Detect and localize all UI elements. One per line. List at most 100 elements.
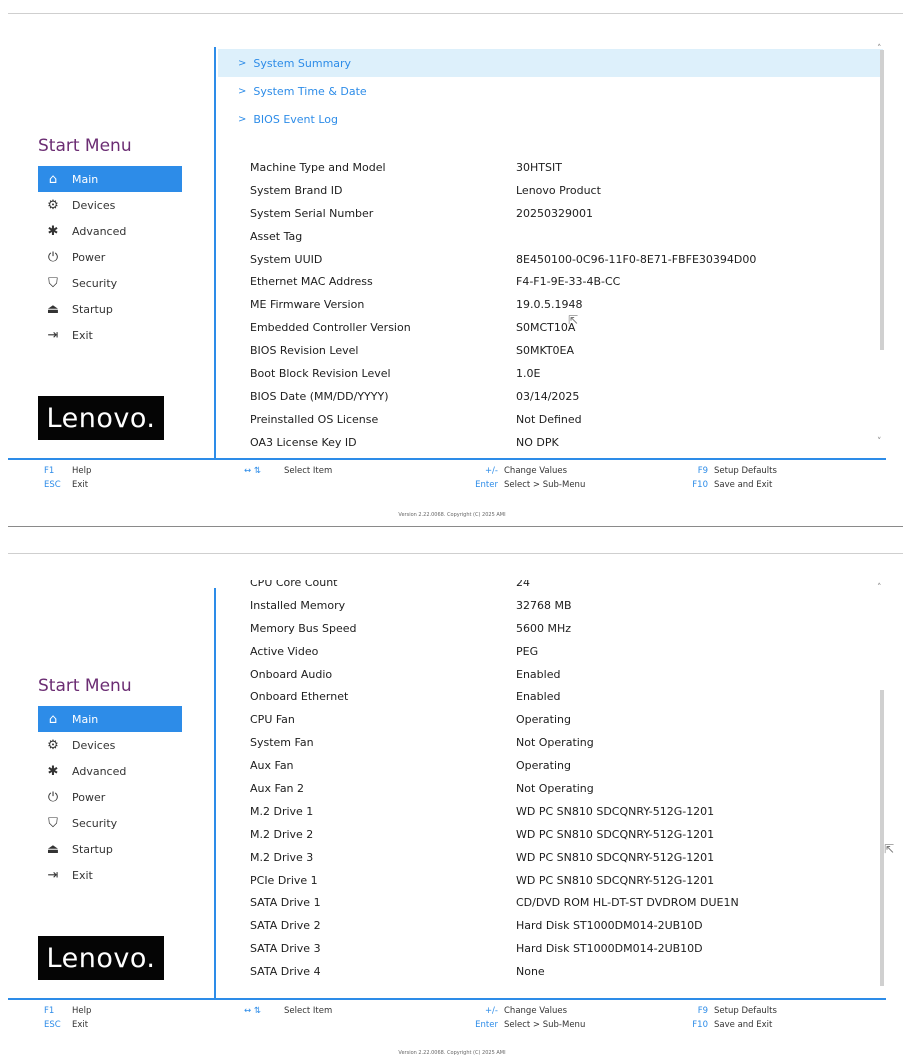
key-f1[interactable]: F1 [44,1006,72,1016]
arrow-keys-icon: ↔ ⇅ [244,466,261,476]
mouse-cursor-icon: ⇱ [568,313,579,327]
startup-icon: ⏏ [46,841,60,857]
menu-item-security[interactable]: ⛉ Security [38,270,182,296]
key-label: Save and Exit [714,480,773,490]
menu-item-label: Devices [72,198,116,212]
menu-item-power[interactable]: ⏻ Power [38,244,182,270]
lenovo-logo: Lenovo. [38,936,164,980]
key-f10[interactable]: F10 [686,480,708,490]
key-f10[interactable]: F10 [686,1020,708,1030]
key-label: Help [72,466,92,476]
key-label: Exit [72,480,89,490]
info-label: SATA Drive 2 [250,919,321,933]
info-value: WD PC SN810 SDCQNRY-512G-1201 [516,873,715,887]
link-bios-event-log[interactable]: > BIOS Event Log [218,105,883,133]
menu-item-label: Security [72,276,118,290]
key-f9[interactable]: F9 [686,1006,708,1016]
menu-item-label: Advanced [72,224,127,238]
info-row: Boot Block Revision Level 1.0E [218,363,883,386]
info-value: None [516,965,545,979]
footer-keys-change: +/- Change Values Enter Select > Sub-Menu [462,464,585,492]
key-esc[interactable]: ESC [44,480,72,490]
key-esc[interactable]: ESC [44,1020,72,1030]
scrollbar[interactable] [880,690,884,986]
security-icon: ⛉ [48,275,58,291]
footer-keys-select: ↔ ⇅ Select Item [244,464,332,478]
info-label: SATA Drive 1 [250,896,321,910]
scrollbar[interactable] [880,50,884,350]
menu-item-label: Startup [72,302,113,316]
menu-item-label: Main [72,712,99,726]
main-panel: CPU Core Count 24 Installed Memory 32768 M… [218,580,883,998]
info-value: 30HTSIT [516,161,562,174]
menu-item-main[interactable]: ⌂ Main [38,706,182,732]
menu-item-devices[interactable]: ⚙ Devices [38,732,182,758]
advanced-icon: ✱ [47,763,59,779]
info-label: Onboard Ethernet [250,690,349,704]
info-value: WD PC SN810 SDCQNRY-512G-1201 [516,850,715,864]
info-row: SATA Drive 3 Hard Disk ST1000DM014-2UB10D [218,938,883,961]
key-label: Select Item [284,1006,333,1016]
info-label: Onboard Audio [250,667,333,681]
key-label: Setup Defaults [714,466,777,476]
key-label: Change Values [504,1006,568,1016]
info-row: CPU Fan Operating [218,709,883,732]
info-row: Preinstalled OS License Not Defined [218,409,883,432]
menu-item-main[interactable]: ⌂ Main [38,166,182,192]
info-row: Memory Bus Speed 5600 MHz [218,618,883,641]
info-label: SATA Drive 3 [250,942,321,956]
info-value: Hard Disk ST1000DM014-2UB10D [516,919,703,933]
info-value: NO DPK [516,435,559,449]
link-label: BIOS Event Log [253,112,338,126]
scroll-down-icon[interactable]: ˅ [877,437,882,447]
startup-icon: ⏏ [46,301,60,317]
menu-item-startup[interactable]: ⏏ Startup [38,296,182,322]
menu-item-exit[interactable]: ⇥ Exit [38,322,182,348]
info-row: M.2 Drive 2 WD PC SN810 SDCQNRY-512G-1201 [218,824,883,847]
menu-item-security[interactable]: ⛉ Security [38,810,182,836]
info-value: Not Operating [516,736,594,750]
menu-item-label: Startup [72,842,113,856]
info-label: Ethernet MAC Address [250,275,373,289]
info-value: 32768 MB [516,598,572,612]
link-system-summary[interactable]: > System Summary [218,49,883,77]
info-label: Active Video [250,644,319,658]
info-row: System UUID 8E450100-0C96-11F0-8E71-FBFE3… [218,249,883,272]
power-icon: ⏻ [47,789,59,805]
menu-item-devices[interactable]: ⚙ Devices [38,192,182,218]
menu-item-advanced[interactable]: ✱ Advanced [38,218,182,244]
info-row: Embedded Controller Version S0MCT10A [218,317,883,340]
security-icon: ⛉ [48,815,58,831]
version-text: Version 2.22.0068. Copyright (C) 2025 AM… [398,512,506,518]
menu-item-exit[interactable]: ⇥ Exit [38,862,182,888]
scroll-up-icon[interactable]: ˄ [877,583,882,593]
info-label: Preinstalled OS License [250,412,379,426]
menu-item-power[interactable]: ⏻ Power [38,784,182,810]
link-system-time-date[interactable]: > System Time & Date [218,77,883,105]
panel-divider [214,588,216,998]
menu-item-advanced[interactable]: ✱ Advanced [38,758,182,784]
info-value: F4-F1-9E-33-4B-CC [516,275,621,289]
info-row: Ethernet MAC Address F4-F1-9E-33-4B-CC [218,271,883,294]
info-label: System Fan [250,736,314,750]
info-label: Aux Fan [250,759,294,773]
info-label: BIOS Revision Level [250,344,359,358]
footer-keys-change: +/- Change Values Enter Select > Sub-Menu [462,1004,585,1032]
info-label: BIOS Date (MM/DD/YYYY) [250,389,389,403]
menu-item-label: Exit [72,328,93,342]
info-value: 5600 MHz [516,621,572,635]
menu-item-startup[interactable]: ⏏ Startup [38,836,182,862]
info-value: 19.0.5.1948 [516,298,583,312]
info-row: BIOS Revision Level S0MKT0EA [218,340,883,363]
info-row: OA3 License Key ID NO DPK [218,432,883,455]
key-f9[interactable]: F9 [686,466,708,476]
info-row: Onboard Ethernet Enabled [218,686,883,709]
chevron-right-icon: > [238,113,247,125]
info-row: Active Video PEG [218,641,883,664]
info-value: PEG [516,644,539,658]
footer-keys-help: F1 Help ESC Exit [44,1004,91,1032]
key-f1[interactable]: F1 [44,466,72,476]
info-value: Enabled [516,690,561,704]
key-label: Save and Exit [714,1020,773,1030]
